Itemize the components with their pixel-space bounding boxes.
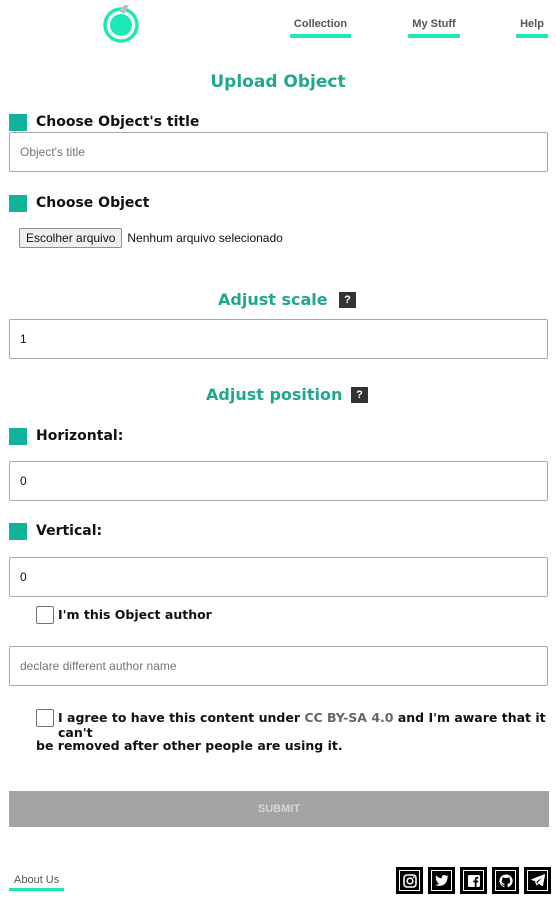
nav-collection-label: Collection — [293, 18, 348, 30]
scale-help-icon[interactable]: ? — [339, 292, 356, 308]
nav-help-underline — [516, 34, 548, 38]
instagram-icon — [399, 870, 420, 891]
agree-checkbox[interactable] — [36, 709, 54, 727]
about-us-link[interactable]: About Us — [9, 874, 65, 891]
choose-file-button[interactable]: Escolher arquivo — [19, 228, 123, 248]
object-title-input[interactable] — [9, 132, 548, 172]
scale-title: Adjust scale — [218, 290, 328, 309]
vertical-input[interactable] — [9, 557, 548, 597]
twitter-link[interactable] — [428, 867, 455, 894]
nav-collection-underline — [290, 34, 351, 38]
telegram-icon — [527, 870, 548, 891]
position-title: Adjust position — [206, 385, 343, 404]
horizontal-input[interactable] — [9, 461, 548, 501]
object-label-row: Choose Object — [9, 193, 149, 213]
vertical-label-row: Vertical: — [9, 521, 102, 541]
submit-button[interactable]: SUBMIT — [9, 791, 549, 827]
label-marker — [9, 427, 27, 445]
horizontal-label-row: Horizontal: — [9, 426, 123, 446]
instagram-link[interactable] — [396, 867, 423, 894]
scale-input[interactable] — [9, 319, 548, 359]
horizontal-label: Horizontal: — [36, 428, 124, 444]
nav-collection-link[interactable]: Collection — [290, 18, 351, 38]
label-marker — [9, 522, 27, 540]
nav-help-link[interactable]: Help — [516, 18, 548, 38]
author-name-input[interactable] — [9, 646, 548, 686]
nav-my-stuff-underline — [408, 34, 460, 38]
nav-my-stuff-label: My Stuff — [412, 18, 456, 30]
vertical-label: Vertical: — [36, 523, 103, 539]
file-status-text: Nenhum arquivo selecionado — [127, 231, 283, 245]
label-marker — [9, 194, 27, 212]
label-marker — [9, 113, 27, 131]
object-label: Choose Object — [36, 195, 150, 211]
license-link[interactable]: CC BY-SA 4.0 — [304, 710, 393, 725]
facebook-link[interactable] — [460, 867, 487, 894]
position-help-icon[interactable]: ? — [351, 387, 368, 403]
twitter-icon — [431, 870, 452, 891]
agree-text-line-2: be removed after other people are using … — [36, 738, 343, 753]
object-title-label-row: Choose Object's title — [9, 112, 199, 132]
github-link[interactable] — [492, 867, 519, 894]
github-icon — [495, 870, 516, 891]
file-picker: Escolher arquivo Nenhum arquivo selecion… — [19, 228, 283, 248]
about-us-label: About Us — [14, 874, 60, 886]
page-title: Upload Object — [210, 72, 346, 92]
object-title-label: Choose Object's title — [36, 114, 200, 130]
logo-icon[interactable] — [102, 5, 140, 43]
telegram-link[interactable] — [524, 867, 551, 894]
author-checkbox[interactable] — [36, 606, 54, 624]
agree-prefix: I agree to have this content under — [58, 710, 305, 725]
about-us-underline — [9, 888, 65, 891]
facebook-icon — [463, 870, 484, 891]
author-checkbox-label: I'm this Object author — [58, 607, 212, 622]
nav-help-label: Help — [520, 18, 544, 30]
nav-my-stuff-link[interactable]: My Stuff — [408, 18, 460, 38]
agree-text: I agree to have this content under CC BY… — [58, 710, 556, 740]
